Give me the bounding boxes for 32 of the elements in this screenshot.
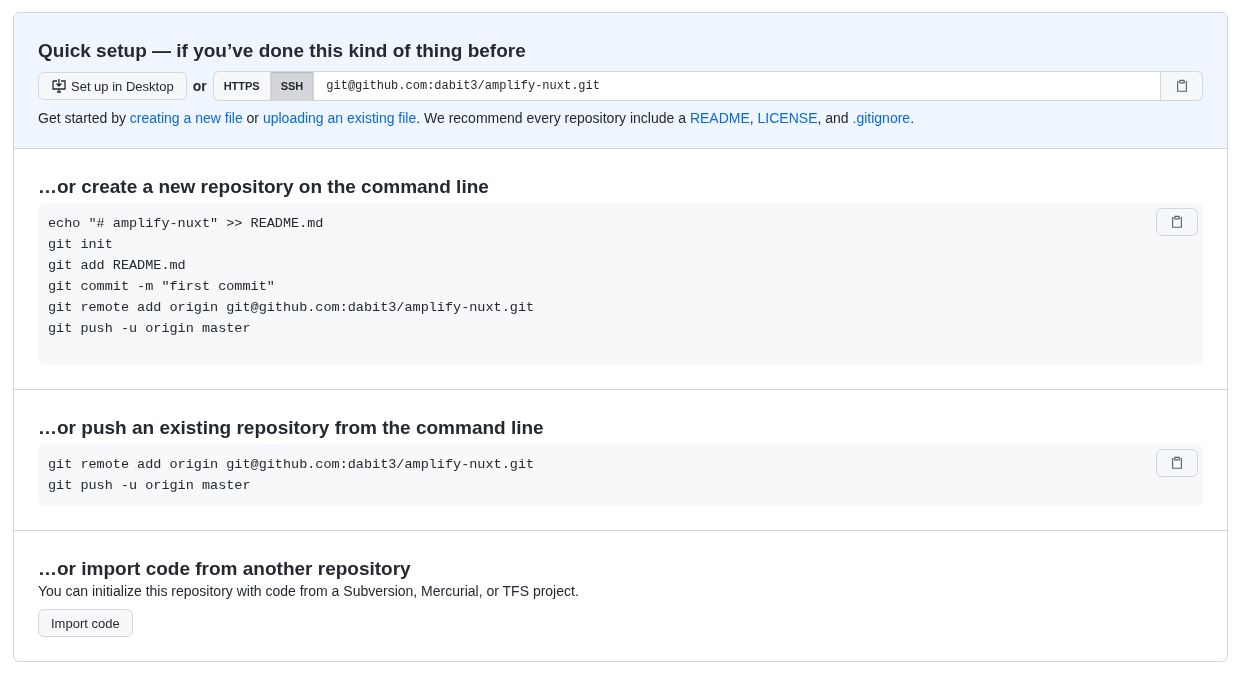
code-line: echo "# amplify-nuxt" >> README.md xyxy=(48,216,324,231)
or-label: or xyxy=(192,78,207,94)
clipboard-icon xyxy=(1174,79,1189,93)
import-code-button[interactable]: Import code xyxy=(38,609,133,637)
section-heading: …or import code from another repository xyxy=(38,557,412,581)
code-line: git init xyxy=(48,237,113,252)
clone-url-field[interactable]: git@github.com:dabit3/amplify-nuxt.git xyxy=(313,71,1161,101)
protocol-tab[interactable]: HTTPS xyxy=(212,71,270,101)
code-line: git remote add origin git@github.com:dabit3/amplify-nuxt.git xyxy=(48,457,535,472)
description-text: You can initialize this repository with code from a Subversion, Mercurial, or TFS project. xyxy=(38,583,580,599)
desktop-download-icon xyxy=(51,78,67,94)
protocol-tab[interactable]: SSH xyxy=(269,71,314,101)
code-line: git commit -m "first commit" xyxy=(48,279,275,294)
link[interactable]: LICENSE xyxy=(757,110,818,126)
clipboard-icon xyxy=(1170,215,1184,229)
copy-button[interactable] xyxy=(1161,71,1203,101)
copy-button[interactable] xyxy=(1156,449,1198,477)
copy-button[interactable] xyxy=(1156,208,1198,236)
clipboard-icon xyxy=(1170,456,1184,470)
section-heading: Quick setup — if you’ve done this kind of thing before xyxy=(38,39,527,63)
link[interactable]: README xyxy=(689,110,750,126)
link[interactable]: .gitignore xyxy=(852,110,911,126)
code-line: git remote add origin git@github.com:dabit3/amplify-nuxt.git xyxy=(48,300,535,315)
set-up-in-desktop-button[interactable]: Set up in Desktop xyxy=(38,72,187,100)
code-line: git push -u origin master xyxy=(48,478,251,493)
code-line: git add README.md xyxy=(48,258,186,273)
code-line: git push -u origin master xyxy=(48,321,251,336)
link[interactable]: uploading an existing file xyxy=(262,110,417,126)
section-heading: …or push an existing repository from the command line xyxy=(38,416,545,440)
intro-text: Get started by creating a new file or uploading an existing file. We recommend every repository include a README, LICENSE, and .gitignore. xyxy=(38,110,915,126)
section-heading: …or create a new repository on the command line xyxy=(38,175,490,199)
link[interactable]: creating a new file xyxy=(129,110,243,126)
